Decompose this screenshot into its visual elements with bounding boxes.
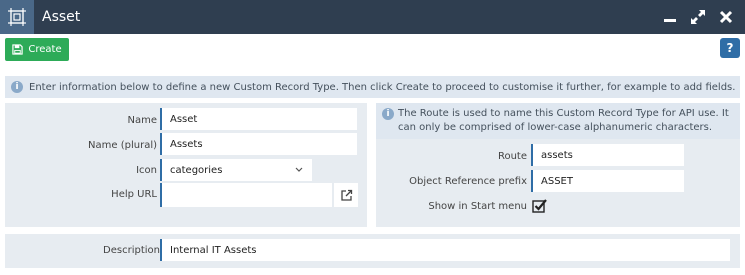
toolbar: Create ? — [0, 34, 745, 66]
object-prefix-field[interactable] — [531, 170, 684, 192]
help-button[interactable]: ? — [720, 38, 740, 58]
name-plural-input[interactable] — [170, 138, 357, 150]
name-plural-field[interactable] — [160, 133, 357, 155]
window-titlebar: Asset — [0, 0, 745, 34]
minimize-icon[interactable] — [661, 8, 679, 26]
description-input[interactable] — [170, 244, 730, 256]
route-field[interactable] — [531, 144, 684, 166]
name-input[interactable] — [170, 113, 357, 125]
checkbox-checked-icon — [532, 199, 547, 213]
route-label: Route — [497, 151, 527, 162]
close-icon[interactable] — [717, 8, 735, 26]
info-message: Enter information below to define a new … — [29, 81, 736, 93]
name-label: Name — [127, 115, 157, 126]
info-banner: i Enter information below to define a ne… — [5, 76, 740, 98]
icon-select[interactable]: categories — [160, 159, 312, 181]
help-url-input[interactable] — [170, 189, 332, 201]
info-icon: i — [11, 81, 23, 93]
object-prefix-input[interactable] — [541, 175, 684, 187]
create-button[interactable]: Create — [5, 38, 69, 61]
general-panel: Name Name (plural) Icon categories Help … — [5, 103, 367, 227]
external-link-icon — [340, 189, 352, 201]
window-controls — [661, 8, 745, 26]
start-menu-checkbox[interactable] — [532, 198, 548, 214]
description-label: Description — [103, 245, 160, 256]
icon-select-value: categories — [170, 164, 223, 176]
route-panel: i The Route is used to name this Custom … — [376, 103, 740, 227]
window-title: Asset — [42, 9, 81, 25]
chevron-down-icon — [295, 167, 303, 172]
object-prefix-label: Object Reference prefix — [409, 176, 527, 187]
info-icon: i — [382, 108, 394, 120]
name-plural-label: Name (plural) — [88, 140, 157, 151]
route-info-message: The Route is used to name this Custom Re… — [398, 108, 729, 133]
help-url-label: Help URL — [111, 189, 157, 200]
custom-record-icon — [0, 0, 34, 34]
maximize-icon[interactable] — [689, 8, 707, 26]
icon-label: Icon — [136, 165, 157, 176]
description-panel: Description — [5, 234, 740, 268]
open-url-button[interactable] — [334, 183, 358, 207]
start-menu-label: Show in Start menu — [428, 201, 527, 212]
route-info-banner: i The Route is used to name this Custom … — [376, 103, 740, 139]
create-button-label: Create — [28, 44, 62, 55]
name-field[interactable] — [160, 108, 357, 130]
help-icon: ? — [726, 41, 734, 55]
description-field[interactable] — [160, 239, 730, 261]
route-input[interactable] — [541, 149, 684, 161]
help-url-field[interactable] — [160, 183, 332, 207]
save-icon — [12, 44, 24, 55]
